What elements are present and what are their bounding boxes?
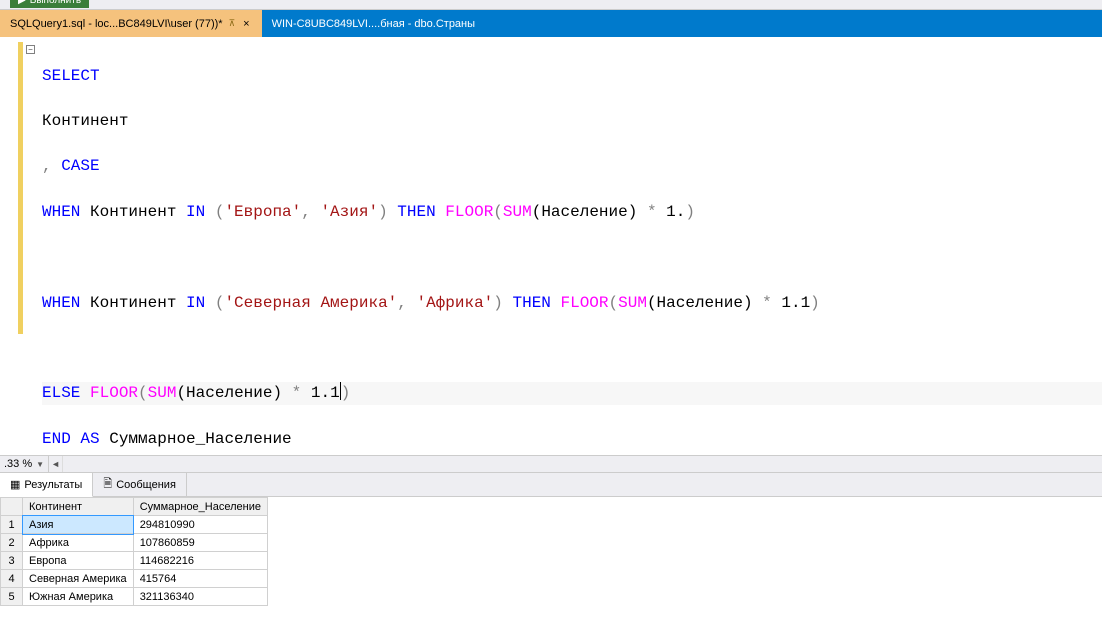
- kw-as: AS: [80, 430, 99, 448]
- chevron-down-icon: ▼: [36, 460, 44, 469]
- cell-continent[interactable]: Северная Америка: [23, 570, 134, 588]
- close-icon[interactable]: ×: [241, 18, 251, 30]
- cell-population[interactable]: 114682216: [133, 552, 267, 570]
- rownum-cell[interactable]: 5: [1, 588, 23, 606]
- kw-select: SELECT: [42, 67, 100, 85]
- tab-results[interactable]: ▦ Результаты: [0, 473, 93, 497]
- table-header-row: Континент Суммарное_Население: [1, 498, 268, 516]
- editor-gutter: −: [0, 37, 24, 455]
- col-header-population[interactable]: Суммарное_Население: [133, 498, 267, 516]
- cell-population[interactable]: 415764: [133, 570, 267, 588]
- code-editor[interactable]: − SELECT Континент , CASE WHEN Континент…: [0, 37, 1102, 455]
- comma: ,: [42, 157, 61, 175]
- cell-continent[interactable]: Европа: [23, 552, 134, 570]
- zoom-value: .33 %: [4, 458, 32, 470]
- change-marker: [18, 42, 23, 334]
- kw-when: WHEN: [42, 294, 80, 312]
- cell-population[interactable]: 294810990: [133, 516, 267, 534]
- cell-continent[interactable]: Азия: [23, 516, 134, 534]
- zoom-dropdown[interactable]: .33 % ▼: [0, 456, 49, 472]
- kw-end: END: [42, 430, 71, 448]
- col-continent: Континент: [42, 112, 128, 130]
- rownum-cell[interactable]: 1: [1, 516, 23, 534]
- cell-continent[interactable]: Африка: [23, 534, 134, 552]
- rownum-cell[interactable]: 4: [1, 570, 23, 588]
- messages-icon: 🗎: [103, 475, 112, 494]
- tab-sqlquery1[interactable]: SQLQuery1.sql - loc...BC849LVI\user (77)…: [0, 10, 262, 37]
- table-row[interactable]: 3 Европа 114682216: [1, 552, 268, 570]
- kw-when: WHEN: [42, 203, 80, 221]
- tab-label: Сообщения: [116, 479, 176, 491]
- document-tabs: SQLQuery1.sql - loc...BC849LVI\user (77)…: [0, 10, 1102, 37]
- pin-icon[interactable]: ⊼: [229, 18, 236, 29]
- tab-messages[interactable]: 🗎 Сообщения: [93, 473, 187, 496]
- table-row[interactable]: 1 Азия 294810990: [1, 516, 268, 534]
- tab-label: SQLQuery1.sql - loc...BC849LVI\user (77)…: [10, 18, 223, 30]
- table-row[interactable]: 4 Северная Америка 415764: [1, 570, 268, 588]
- rownum-header: [1, 498, 23, 516]
- cell-population[interactable]: 321136340: [133, 588, 267, 606]
- table-row[interactable]: 2 Африка 107860859: [1, 534, 268, 552]
- rownum-cell[interactable]: 3: [1, 552, 23, 570]
- main-toolbar: ▶ Выполнить: [0, 0, 1102, 10]
- execute-label: Выполнить: [30, 0, 81, 6]
- tab-label: Результаты: [24, 479, 82, 491]
- scroll-left-button[interactable]: ◄: [49, 456, 63, 472]
- kw-else: ELSE: [42, 384, 80, 402]
- play-icon: ▶: [18, 0, 26, 6]
- rownum-cell[interactable]: 2: [1, 534, 23, 552]
- code-text[interactable]: SELECT Континент , CASE WHEN Континент I…: [24, 37, 1102, 455]
- results-table: Континент Суммарное_Население 1 Азия 294…: [0, 497, 268, 606]
- tab-dbo-countries[interactable]: WIN-C8UBC849LVI....бная - dbo.Страны: [262, 10, 485, 37]
- cell-population[interactable]: 107860859: [133, 534, 267, 552]
- tab-label: WIN-C8UBC849LVI....бная - dbo.Страны: [272, 18, 475, 30]
- cell-continent[interactable]: Южная Америка: [23, 588, 134, 606]
- grid-icon: ▦: [10, 478, 20, 491]
- kw-case: CASE: [61, 157, 99, 175]
- results-grid[interactable]: Континент Суммарное_Население 1 Азия 294…: [0, 497, 1102, 630]
- results-panel-tabs: ▦ Результаты 🗎 Сообщения: [0, 473, 1102, 497]
- execute-button[interactable]: ▶ Выполнить: [10, 0, 89, 8]
- col-header-continent[interactable]: Континент: [23, 498, 134, 516]
- editor-status-bar: .33 % ▼ ◄: [0, 455, 1102, 473]
- table-row[interactable]: 5 Южная Америка 321136340: [1, 588, 268, 606]
